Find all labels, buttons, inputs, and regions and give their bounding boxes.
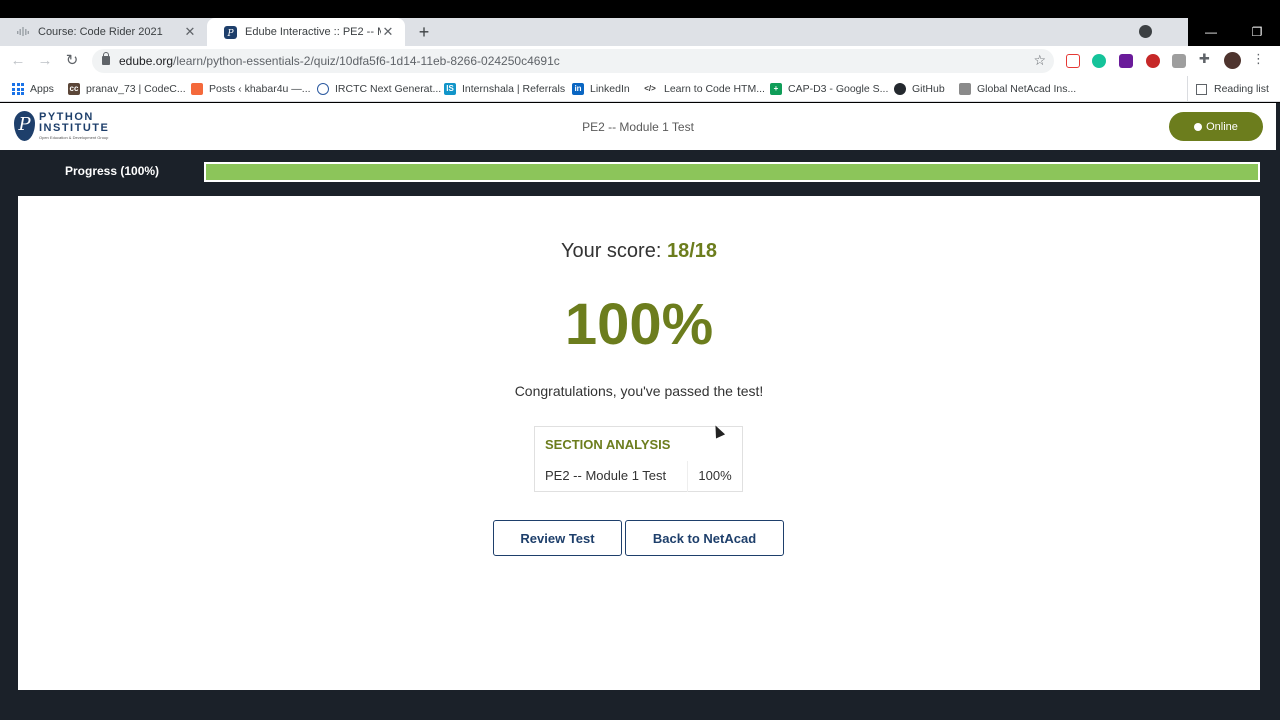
- score-value: 18/18: [666, 240, 718, 262]
- extension-icon[interactable]: [1119, 54, 1133, 68]
- table-row: PE2 -- Module 1 Test 100%: [535, 461, 742, 492]
- tab-course-code-rider[interactable]: Course: Code Rider 2021 ✕: [0, 18, 207, 46]
- section-analysis-header: SECTION ANALYSIS: [545, 437, 671, 452]
- pocket-extension-icon[interactable]: [1066, 54, 1080, 68]
- internshala-icon: IS: [444, 83, 456, 95]
- apps-grid-icon: [12, 83, 24, 95]
- close-tab-icon[interactable]: ✕: [381, 24, 395, 40]
- bookmark-apps[interactable]: Apps: [12, 81, 54, 97]
- forward-arrow-icon[interactable]: →: [35, 51, 55, 71]
- address-bar[interactable]: edube.org/learn/python-essentials-2/quiz…: [92, 49, 1054, 73]
- url-text[interactable]: edube.org/learn/python-essentials-2/quiz…: [119, 54, 560, 68]
- status-label: Online: [1206, 120, 1238, 133]
- review-test-button[interactable]: Review Test: [493, 520, 622, 556]
- tab-strip: Course: Code Rider 2021 ✕ P Edube Intera…: [0, 18, 1280, 46]
- bookmark-label: Posts ‹ khabar4u —...: [209, 83, 311, 95]
- bookmark-star-icon[interactable]: ☆: [1033, 52, 1046, 69]
- grammarly-extension-icon[interactable]: [1092, 54, 1106, 68]
- bookmark-label: pranav_73 | CodeC...: [86, 83, 186, 95]
- bookmark-codechef[interactable]: cc pranav_73 | CodeC...: [68, 81, 186, 97]
- back-to-netacad-button[interactable]: Back to NetAcad: [625, 520, 784, 556]
- lock-icon: [102, 52, 110, 65]
- back-arrow-icon[interactable]: ←: [8, 51, 28, 71]
- irctc-icon: [317, 83, 329, 95]
- codechef-icon: cc: [68, 83, 80, 95]
- screen-top-border: [0, 0, 1280, 18]
- netacad-icon: [959, 83, 971, 95]
- minimize-icon[interactable]: —: [1188, 18, 1234, 46]
- restore-icon[interactable]: ❐: [1234, 18, 1280, 46]
- bookmark-learn-to-code[interactable]: </> Learn to Code HTM...: [642, 81, 765, 97]
- linkedin-icon: in: [572, 83, 584, 95]
- bookmark-khabar4u[interactable]: Posts ‹ khabar4u —...: [191, 81, 311, 97]
- logo-tagline: Open Education & Development Group: [39, 135, 109, 140]
- online-status-button[interactable]: Online: [1169, 112, 1263, 141]
- progress-fill: [206, 164, 1258, 180]
- progress-label: Progress (100%): [65, 164, 160, 178]
- bookmark-irctc[interactable]: IRCTC Next Generat...: [317, 81, 441, 97]
- site-header: P PYTHON INSTITUTE Open Education & Deve…: [0, 103, 1276, 150]
- bookmark-linkedin[interactable]: in LinkedIn: [572, 81, 630, 97]
- tab-edube-interactive[interactable]: P Edube Interactive :: PE2 -- Modul ✕: [207, 18, 405, 46]
- bookmark-internshala[interactable]: IS Internshala | Referrals: [444, 81, 565, 97]
- python-institute-icon: P: [223, 25, 237, 39]
- section-percent: 100%: [698, 468, 732, 483]
- bookmarks-bar: Apps cc pranav_73 | CodeC... Posts ‹ kha…: [0, 76, 1280, 102]
- bookmark-github[interactable]: GitHub: [894, 81, 945, 97]
- reading-list-button[interactable]: Reading list: [1187, 76, 1280, 102]
- score-percent: 100%: [564, 292, 714, 357]
- status-dot-icon: [1194, 122, 1203, 131]
- code-icon: </>: [644, 84, 656, 93]
- avatar[interactable]: [1224, 52, 1241, 69]
- adblock-extension-icon[interactable]: [1146, 54, 1160, 68]
- bookmark-label: CAP-D3 - Google S...: [788, 83, 889, 95]
- reload-icon[interactable]: ↻: [62, 51, 82, 71]
- tab-title: Edube Interactive :: PE2 -- Modul: [245, 26, 381, 38]
- sheets-icon: +: [770, 83, 782, 95]
- puzzle-icon[interactable]: ✚: [1199, 51, 1213, 66]
- score-label: Your score:: [560, 240, 662, 262]
- result-card: Your score: 18/18 100% Congratulations, …: [18, 196, 1260, 690]
- url-host: edube.org: [119, 54, 174, 68]
- bookmark-label: IRCTC Next Generat...: [335, 83, 442, 95]
- browser-toolbar: ← → ↻ edube.org/learn/python-essentials-…: [0, 46, 1280, 76]
- extension-icon[interactable]: [1172, 54, 1186, 68]
- score-line: Your score: 18/18: [18, 240, 1260, 263]
- blogger-icon: [191, 83, 203, 95]
- bookmark-label: Global NetAcad Ins...: [977, 83, 1077, 95]
- reading-list-label: Reading list: [1214, 83, 1269, 95]
- github-icon: [894, 83, 906, 95]
- new-tab-button[interactable]: +: [414, 22, 434, 42]
- bookmark-cap-d3[interactable]: + CAP-D3 - Google S...: [770, 81, 888, 97]
- window-controls: — ❐: [1188, 18, 1280, 46]
- progress-bar: [204, 162, 1260, 182]
- bookmark-label: GitHub: [912, 83, 945, 95]
- url-path: /learn/python-essentials-2/quiz/10dfa5f6…: [173, 54, 560, 68]
- tab-title: Course: Code Rider 2021: [38, 26, 163, 38]
- close-tab-icon[interactable]: ✕: [183, 24, 197, 40]
- bookmark-label: Apps: [30, 83, 54, 95]
- bookmark-label: LinkedIn: [590, 83, 630, 95]
- tab-search-icon[interactable]: [1139, 25, 1152, 38]
- menu-kebab-icon[interactable]: ⋮: [1252, 51, 1266, 66]
- page-title: PE2 -- Module 1 Test: [582, 120, 694, 134]
- bookmark-netacad[interactable]: Global NetAcad Ins...: [959, 81, 1076, 97]
- reading-list-icon: [1196, 83, 1207, 95]
- cisco-icon: [16, 25, 30, 39]
- result-message: Congratulations, you've passed the test!: [514, 383, 764, 399]
- bookmark-label: Internshala | Referrals: [462, 83, 566, 95]
- section-name: PE2 -- Module 1 Test: [535, 461, 688, 492]
- page: P PYTHON INSTITUTE Open Education & Deve…: [0, 103, 1280, 720]
- progress-section: Progress (100%): [0, 150, 1276, 195]
- section-analysis-table: SECTION ANALYSIS PE2 -- Module 1 Test 10…: [534, 426, 743, 492]
- bookmark-label: Learn to Code HTM...: [664, 83, 765, 95]
- svg-text:P: P: [226, 29, 234, 39]
